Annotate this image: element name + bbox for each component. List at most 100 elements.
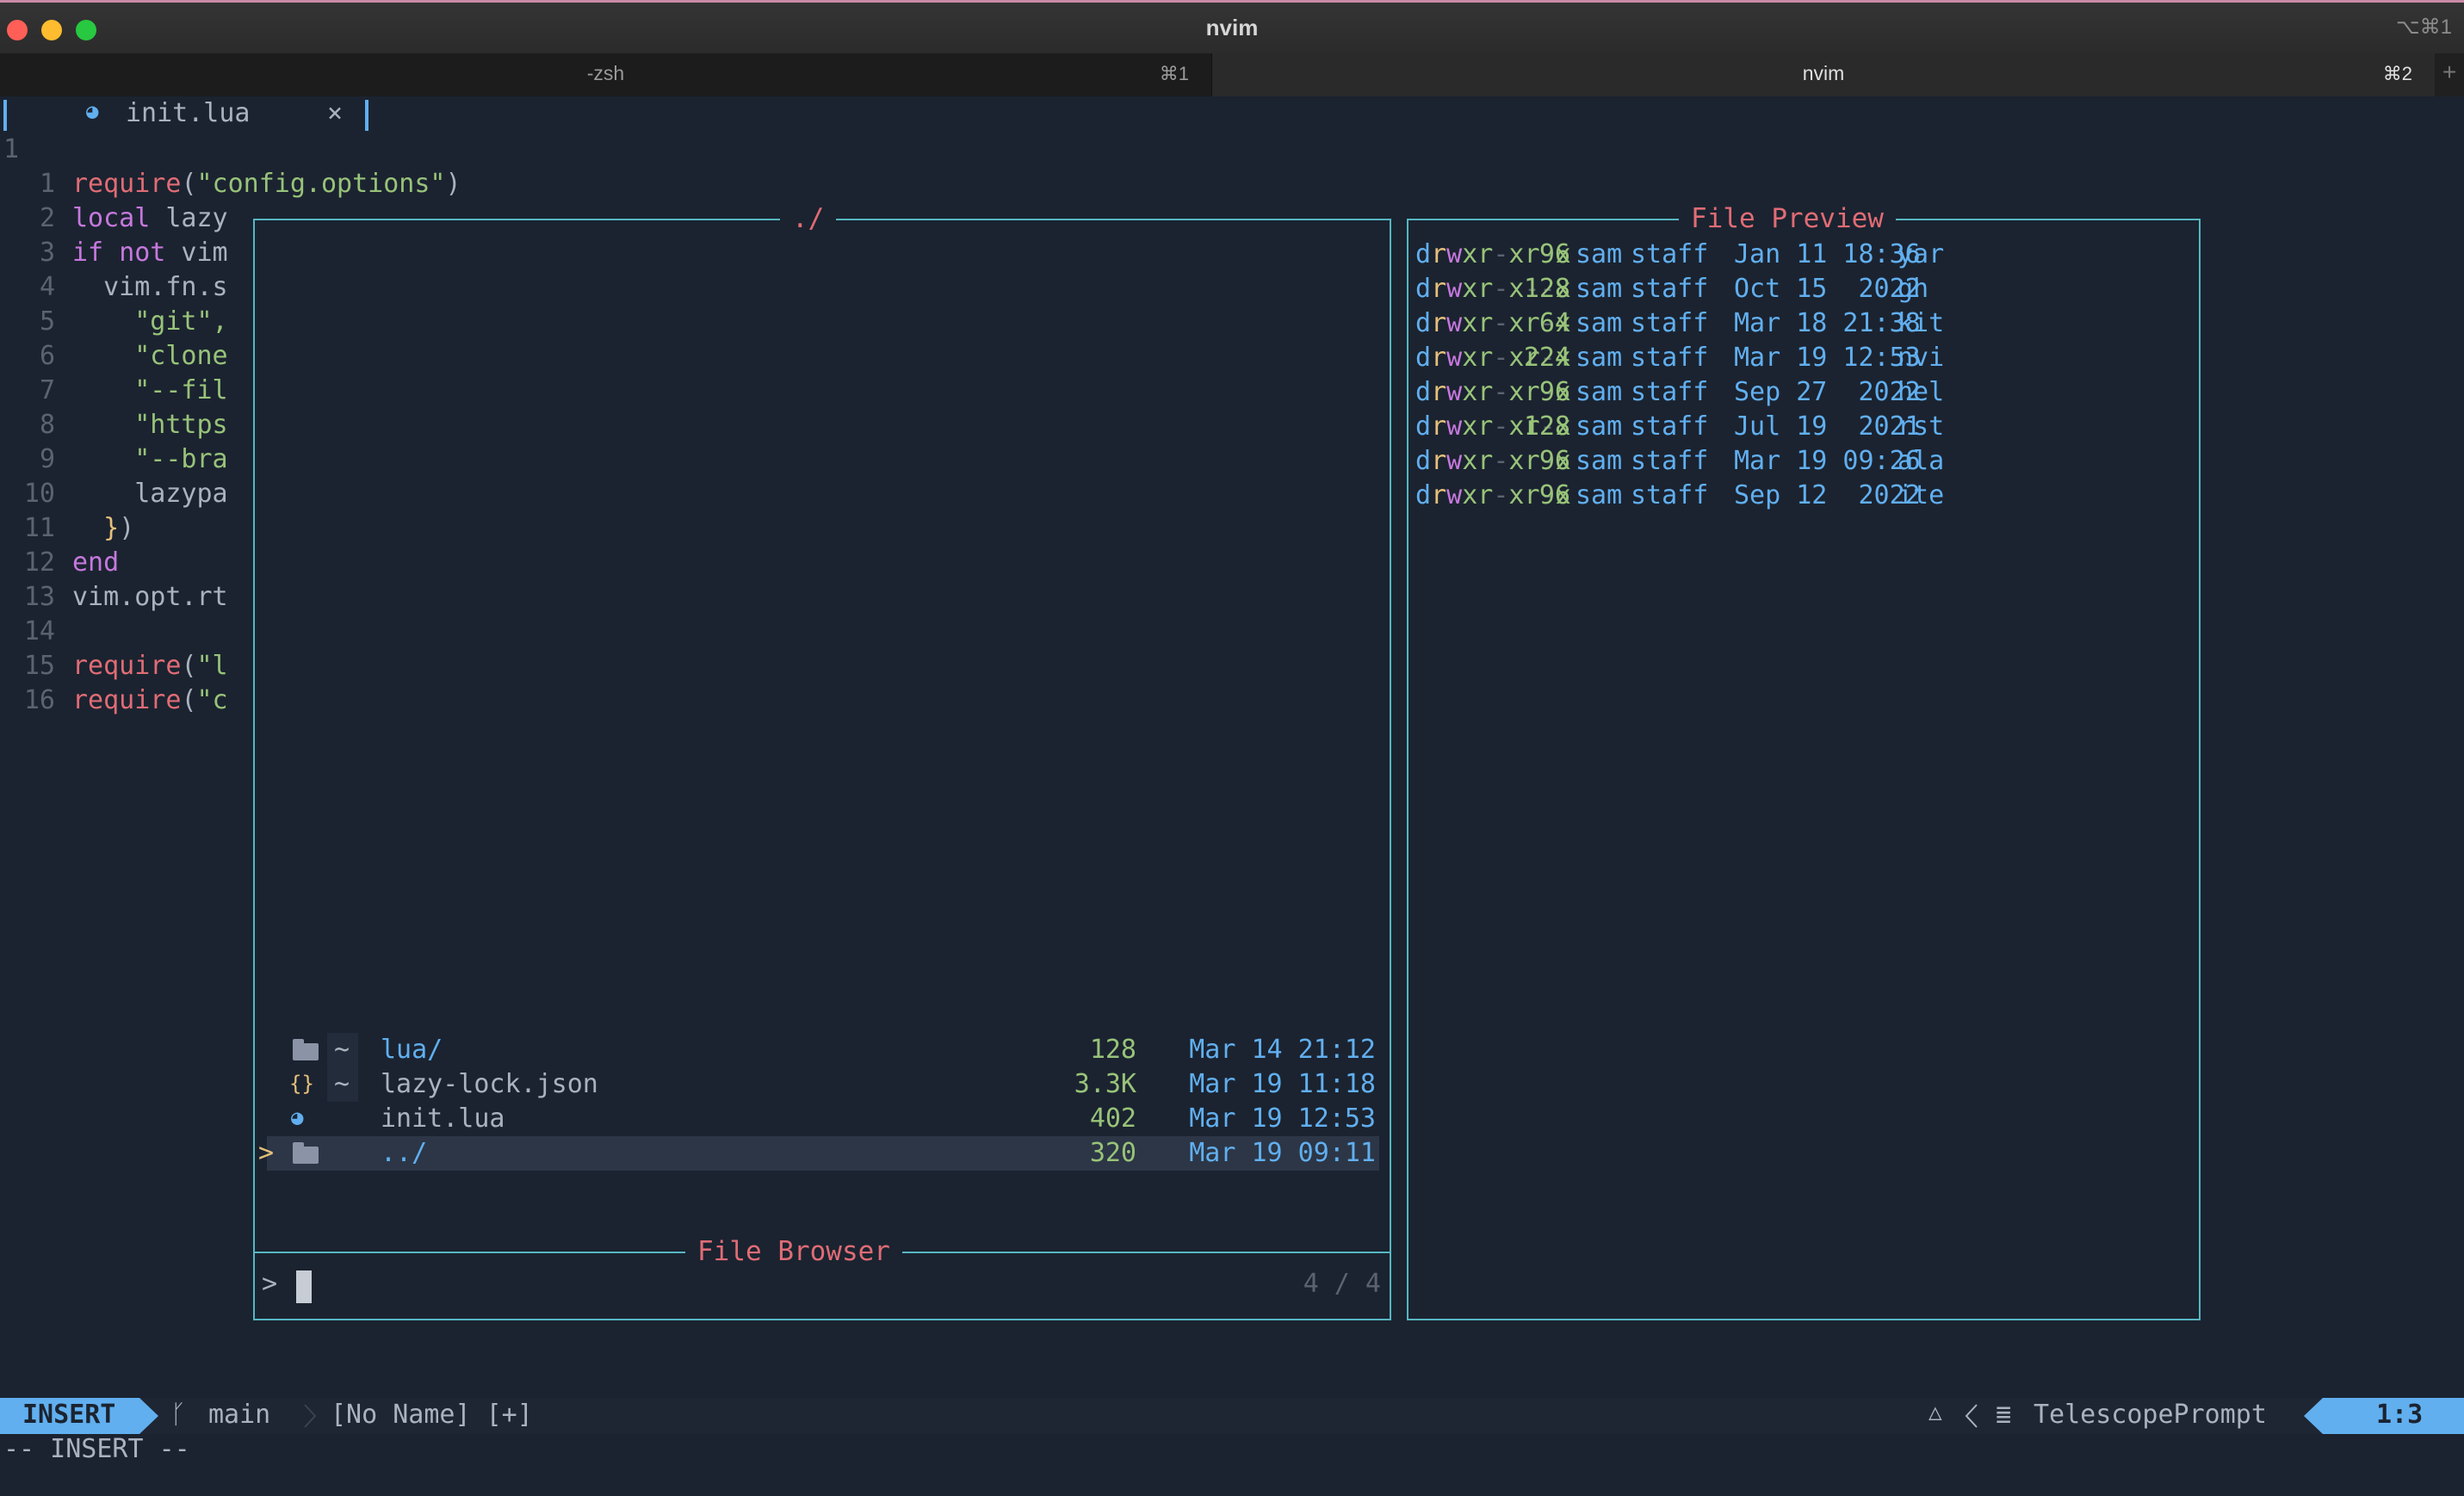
preview-group: staff bbox=[1631, 411, 1709, 442]
preview-size: 96 bbox=[1538, 377, 1570, 407]
code-line[interactable]: "--bra bbox=[72, 444, 227, 474]
permission-char: - bbox=[1493, 308, 1509, 338]
code-line[interactable]: vim.fn.s bbox=[72, 272, 228, 302]
telescope-results-panel: ./ ~ lua/128 Mar 14 21:12 {} ~ lazy-lock.json… bbox=[253, 203, 1391, 1315]
preview-user: sam bbox=[1576, 446, 1623, 476]
command-line[interactable]: -- INSERT -- bbox=[0, 1434, 2464, 1496]
code-line[interactable]: }) bbox=[72, 513, 134, 543]
preview-size: 96 bbox=[1538, 480, 1570, 510]
permission-char: r bbox=[1477, 446, 1494, 476]
entry-size: 128 bbox=[1089, 1035, 1136, 1065]
result-row[interactable]: ~ lua/128 Mar 14 21:12 bbox=[267, 1033, 1379, 1067]
result-row[interactable]: {} ~ lazy-lock.json 3.3K Mar 19 11:18 bbox=[267, 1067, 1379, 1102]
tab-shortcut: ⌘1 bbox=[1159, 63, 1189, 84]
permission-char: x bbox=[1508, 411, 1525, 442]
code-token: local bbox=[72, 203, 151, 233]
permission-char: - bbox=[1493, 411, 1509, 442]
preview-user: sam bbox=[1576, 377, 1623, 407]
permission-char: r bbox=[1524, 308, 1540, 338]
preview-row: drwxr-xr-x 96 sam staff Sep 12 2022 ite bbox=[1415, 480, 2190, 515]
active-buffer-indicator bbox=[3, 100, 7, 131]
permission-char: x bbox=[1508, 343, 1525, 373]
permission-char: r bbox=[1431, 480, 1447, 510]
permission-char: r bbox=[1431, 239, 1447, 269]
permission-char: r bbox=[1524, 446, 1540, 476]
new-tab-button[interactable]: + bbox=[2435, 53, 2464, 96]
buffer-close-icon[interactable]: × bbox=[327, 98, 343, 128]
permission-char: w bbox=[1446, 274, 1463, 304]
prompt-cursor bbox=[296, 1270, 312, 1303]
code-line[interactable]: local lazy bbox=[72, 203, 228, 233]
nvim-editor[interactable]: ◕ init.lua × 1 1 require("config.options"… bbox=[0, 96, 2464, 1496]
preview-row: drwxr-xr-x 64 sam staff Mar 18 21:38 kit bbox=[1415, 308, 2190, 343]
preview-group: staff bbox=[1631, 274, 1709, 304]
code-line[interactable]: require("l bbox=[72, 651, 228, 681]
code-token: "l bbox=[196, 651, 228, 681]
code-token: end bbox=[72, 547, 120, 578]
entry-date: Mar 19 11:18 bbox=[1189, 1069, 1376, 1099]
code-line[interactable]: "--fil bbox=[72, 375, 228, 405]
line-number: 2 bbox=[39, 203, 55, 233]
code-line[interactable]: "https bbox=[72, 410, 227, 440]
code-line[interactable]: end bbox=[72, 547, 119, 578]
permission-char: d bbox=[1415, 343, 1432, 373]
code-token: "clone bbox=[72, 341, 228, 371]
preview-name: nvi bbox=[1898, 343, 1945, 373]
permission-char: r bbox=[1524, 480, 1540, 510]
result-row[interactable]: ◕ init.lua 402 Mar 19 12:53 bbox=[267, 1102, 1379, 1136]
code-line[interactable]: "git", bbox=[72, 306, 227, 337]
code-token: ( bbox=[181, 685, 197, 715]
preview-panel-title: File Preview bbox=[1679, 203, 1896, 234]
cursor-position: 1:3 bbox=[2376, 1400, 2424, 1430]
result-row[interactable]: > ../ 320 Mar 19 09:11 bbox=[258, 1136, 1379, 1171]
telescope-prompt-panel: File Browser > 4 / 4 bbox=[253, 1236, 1391, 1320]
permission-char: x bbox=[1508, 308, 1525, 338]
preview-row: drwxr-xr-x 128 sam staff Jul 19 2021 rst bbox=[1415, 411, 2190, 446]
permission-char: x bbox=[1508, 239, 1525, 269]
line-number: 9 bbox=[39, 444, 55, 474]
terminal-tab-nvim[interactable]: nvim ⌘2 bbox=[1212, 53, 2435, 96]
permission-char: x bbox=[1508, 446, 1525, 476]
line-number: 3 bbox=[39, 238, 55, 268]
code-line[interactable]: vim.opt.rt bbox=[72, 582, 228, 612]
code-line[interactable]: "clone bbox=[72, 341, 228, 371]
top-line-number: 1 bbox=[3, 134, 20, 164]
window-titlebar: nvim ⌥⌘1 bbox=[0, 0, 2464, 53]
code-line[interactable]: require("c bbox=[72, 685, 228, 715]
code-token: lazypa bbox=[72, 479, 228, 509]
preview-user: sam bbox=[1576, 274, 1623, 304]
filetype-label: TelescopePrompt bbox=[2034, 1400, 2267, 1430]
code-line[interactable]: lazypa bbox=[72, 479, 228, 509]
line-number: 6 bbox=[39, 341, 55, 371]
tab-label: nvim bbox=[1802, 62, 1845, 84]
code-token: "config.options" bbox=[196, 169, 446, 199]
code-token: if bbox=[72, 238, 104, 268]
code-token: "--fil bbox=[72, 375, 228, 405]
permission-char: d bbox=[1415, 480, 1432, 510]
preview-group: staff bbox=[1631, 343, 1709, 373]
position-arrow-icon bbox=[2304, 1398, 2323, 1434]
code-line[interactable]: if not vim bbox=[72, 238, 228, 268]
permission-char: w bbox=[1446, 411, 1463, 442]
preview-row: drwxr-xr-x 96 sam staff Jan 11 18:36 yar bbox=[1415, 239, 2190, 274]
preview-name: hel bbox=[1898, 377, 1945, 407]
permission-char: x bbox=[1462, 446, 1478, 476]
terminal-tab-zsh[interactable]: -zsh ⌘1 bbox=[0, 53, 1212, 96]
window-title: nvim bbox=[1205, 15, 1259, 40]
prompt-panel-title: File Browser bbox=[685, 1236, 902, 1267]
line-number: 12 bbox=[23, 547, 55, 578]
permission-char: x bbox=[1508, 274, 1525, 304]
preview-size: 64 bbox=[1538, 308, 1570, 338]
code-line[interactable]: require("config.options") bbox=[72, 169, 461, 199]
preview-name: kit bbox=[1898, 308, 1945, 338]
filetype-icon: ≣ bbox=[1996, 1400, 2012, 1430]
permission-char: r bbox=[1477, 239, 1494, 269]
buffer-tab-filename[interactable]: init.lua bbox=[126, 98, 251, 128]
preview-size: 96 bbox=[1538, 446, 1570, 476]
line-number: 4 bbox=[39, 272, 55, 302]
permission-char: - bbox=[1493, 274, 1509, 304]
line-number: 8 bbox=[39, 410, 55, 440]
code-token: ) bbox=[445, 169, 461, 199]
preview-row: drwxr-xr-x 96 sam staff Mar 19 09:26 ala bbox=[1415, 446, 2190, 480]
